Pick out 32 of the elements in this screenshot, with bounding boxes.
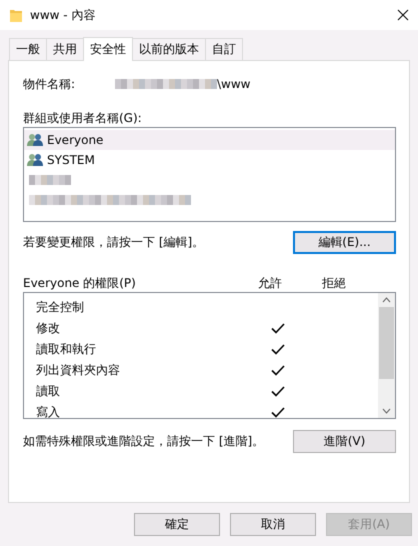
tab[interactable]: 安全性 [83,37,133,61]
groups-label: 群組或使用者名稱(G): [23,111,143,127]
user-name: Everyone [47,132,104,148]
close-icon [397,9,409,21]
redacted-text [29,175,71,185]
advanced-hint: 如需特殊權限或進階設定，請按一下 [進階]。 [23,434,264,449]
permission-name: 讀取和執行 [35,342,97,357]
permissions-label: Everyone 的權限(P) [23,276,137,290]
tab[interactable]: 一般 [9,38,47,60]
folder-icon [10,8,22,22]
permission-name: 讀取 [35,384,61,399]
list-item[interactable]: SYSTEM [24,150,395,170]
scrollbar[interactable] [378,293,395,418]
tab[interactable]: 自訂 [205,38,243,60]
window-title: www - 內容 [30,8,96,22]
users-icon [27,133,44,147]
permission-name: 列出資料夾內容 [35,363,121,378]
allow-header: 允許 [258,276,283,290]
dialog-button[interactable]: 確定 [134,513,220,536]
permission-name: 修改 [35,321,61,336]
users-icon [27,153,44,167]
user-name: SYSTEM [47,152,95,168]
list-item[interactable]: Everyone [24,130,395,150]
deny-header: 拒絕 [322,276,346,290]
permission-name: 完全控制 [35,300,85,315]
permission-name: 寫入 [35,405,61,418]
object-name-label: 物件名稱: [23,76,76,92]
advanced-button[interactable]: 進階(V) [293,430,396,453]
edit-hint: 若要變更權限，請按一下 [編輯]。 [23,235,204,250]
object-name-value: \www [217,76,250,92]
dialog-button[interactable]: 取消 [230,513,316,536]
edit-button[interactable]: 編輯(E)... [293,231,396,254]
